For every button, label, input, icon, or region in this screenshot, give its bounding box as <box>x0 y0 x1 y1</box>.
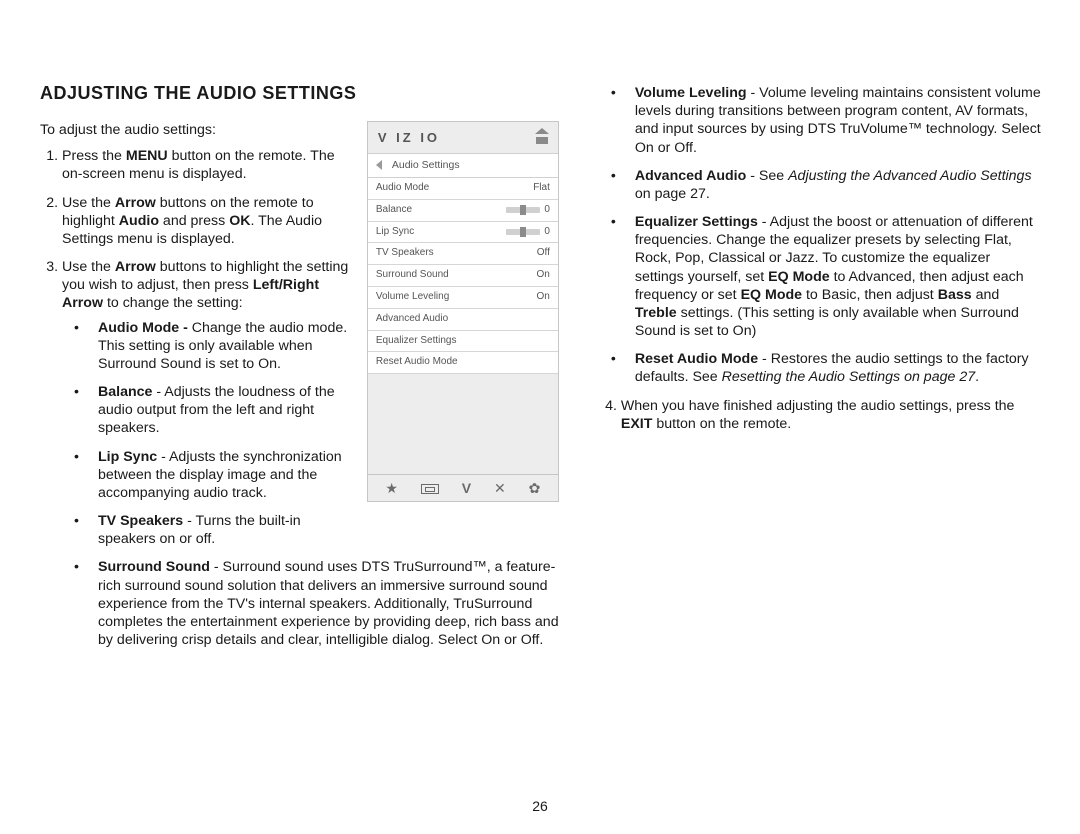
bullet-reset-audio: Reset Audio Mode - Restores the audio se… <box>623 350 1042 386</box>
gear-icon: ✿ <box>529 481 541 495</box>
step-4: When you have finished adjusting the aud… <box>621 397 1042 433</box>
osd-row: Lip Sync0 <box>368 222 558 244</box>
wide-icon <box>421 484 439 494</box>
bullet-tv-speakers: TV Speakers - Turns the built-in speaker… <box>86 512 563 548</box>
bullet-volume-leveling: Volume Leveling - Volume leveling mainta… <box>623 84 1042 157</box>
bullet-advanced-audio: Advanced Audio - See Adjusting the Advan… <box>623 167 1042 203</box>
osd-row: TV SpeakersOff <box>368 243 558 265</box>
vizio-logo: V IZ IO <box>378 130 440 147</box>
osd-row: Reset Audio Mode <box>368 352 558 374</box>
slider-icon: 0 <box>506 204 550 217</box>
star-icon: ★ <box>385 481 398 495</box>
onscreen-menu-mock: V IZ IO Audio Settings Audio ModeFlat Ba… <box>367 121 559 502</box>
osd-row: Audio ModeFlat <box>368 178 558 200</box>
manual-page: ADJUSTING THE AUDIO SETTINGS V IZ IO Aud… <box>0 0 1080 834</box>
slider-icon: 0 <box>506 226 550 239</box>
v-icon: V <box>462 481 471 495</box>
column-left: ADJUSTING THE AUDIO SETTINGS V IZ IO Aud… <box>40 62 563 659</box>
osd-row: Surround SoundOn <box>368 265 558 287</box>
bullet-equalizer: Equalizer Settings - Adjust the boost or… <box>623 213 1042 340</box>
osd-row: Volume LevelingOn <box>368 287 558 309</box>
osd-title-row: Audio Settings <box>368 153 558 178</box>
back-triangle-icon <box>376 160 382 170</box>
osd-footer: ★ V ✕ ✿ <box>368 474 558 501</box>
osd-row: Equalizer Settings <box>368 331 558 353</box>
osd-title: Audio Settings <box>392 159 460 172</box>
column-right: Volume Leveling - Volume leveling mainta… <box>599 62 1042 659</box>
home-icon <box>536 132 548 144</box>
settings-bullets-cont: Volume Leveling - Volume leveling mainta… <box>599 84 1042 387</box>
close-icon: ✕ <box>494 481 506 495</box>
section-heading: ADJUSTING THE AUDIO SETTINGS <box>40 82 563 105</box>
osd-row: Balance0 <box>368 200 558 222</box>
steps-list-cont: When you have finished adjusting the aud… <box>599 397 1042 433</box>
osd-row: Advanced Audio <box>368 309 558 331</box>
page-number: 26 <box>0 798 1080 816</box>
bullet-surround: Surround Sound - Surround sound uses DTS… <box>86 558 563 649</box>
